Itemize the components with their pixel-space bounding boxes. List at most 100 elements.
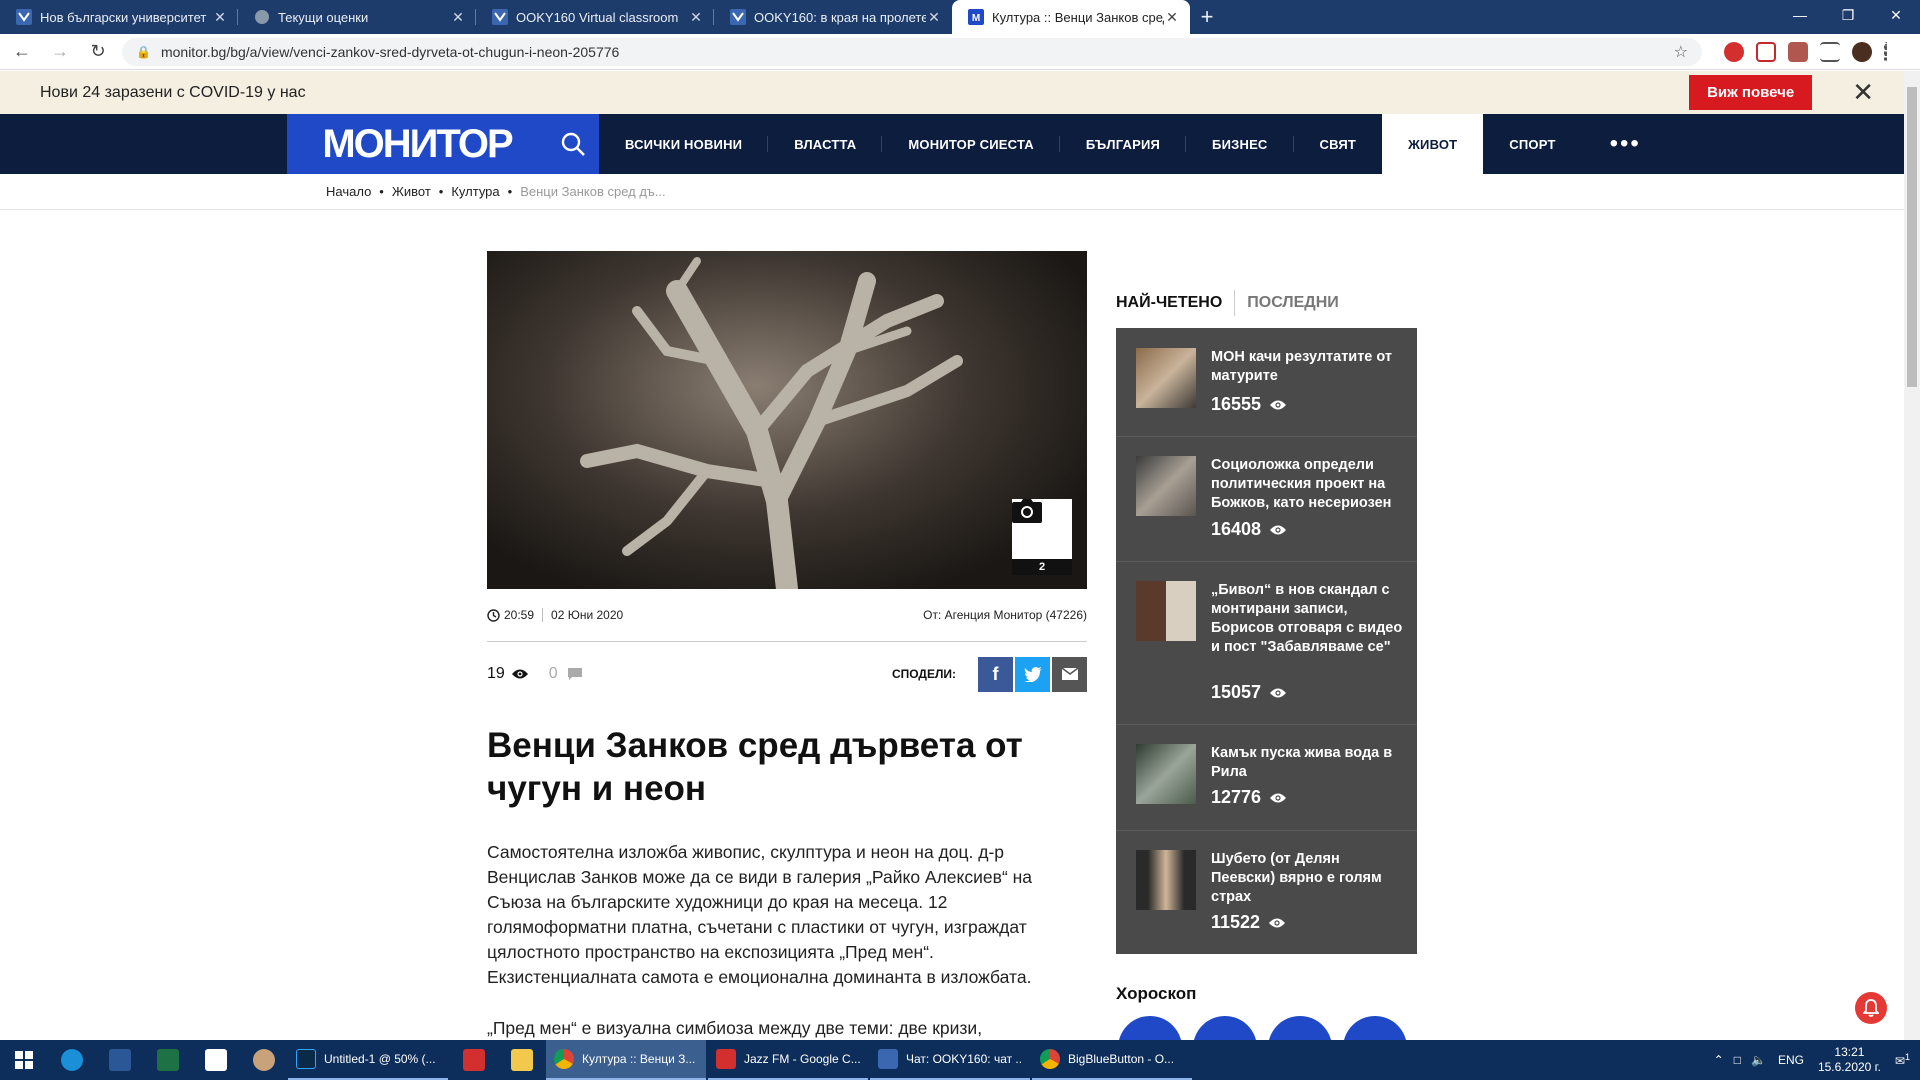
tab-latest[interactable]: ПОСЛЕДНИ — [1247, 294, 1338, 312]
facebook-share-button[interactable]: f — [978, 656, 1013, 692]
article-hero-image[interactable]: 2 — [487, 251, 1087, 589]
network-icon[interactable]: □ — [1734, 1053, 1741, 1067]
item-views: 16555 — [1211, 394, 1287, 415]
taskbar-app-photoshop[interactable]: Untitled-1 @ 50% (... — [288, 1040, 448, 1080]
excel-taskbar-icon[interactable] — [144, 1040, 192, 1080]
see-more-button[interactable]: Виж повече — [1689, 75, 1813, 110]
more-dots-icon[interactable]: ••• — [1582, 114, 1669, 174]
comments-counter[interactable]: 0 — [549, 665, 582, 683]
close-tab-icon[interactable]: ✕ — [450, 9, 466, 26]
browser-tab[interactable]: Текущи оценки ✕ — [238, 0, 476, 34]
list-item[interactable]: Социоложка определи политическия проект … — [1116, 436, 1417, 561]
breadcrumb-home[interactable]: Начало — [326, 184, 371, 199]
list-item[interactable]: Камък пуска жива вода в Рила 12776 — [1116, 724, 1417, 830]
browser-tab[interactable]: OOKY160: в края на пролетен с ✕ — [714, 0, 952, 34]
extension-icon[interactable] — [1756, 41, 1776, 62]
taskbar-app-chrome[interactable]: Култура :: Венци З... — [546, 1040, 706, 1080]
share-label: СПОДЕЛИ: — [891, 667, 956, 681]
nbu-favicon-icon — [492, 9, 508, 25]
lock-icon[interactable]: 🔒 — [136, 45, 151, 59]
close-icon[interactable]: ✕ — [1852, 77, 1874, 108]
eye-icon — [1270, 793, 1287, 802]
language-indicator[interactable]: ENG — [1778, 1053, 1804, 1067]
scrollbar-thumb[interactable] — [1907, 87, 1917, 387]
item-title[interactable]: Шубето (от Делян Пеевски) вярно е голям … — [1211, 850, 1403, 907]
extension-icon[interactable] — [1724, 41, 1744, 62]
url-text[interactable]: monitor.bg/bg/a/view/venci-zankov-sred-d… — [161, 44, 1674, 60]
item-title[interactable]: „Бивол“ в нов скандал с монтирани записи… — [1211, 581, 1403, 657]
bookmark-star-icon[interactable]: ☆ — [1674, 42, 1688, 62]
clock[interactable]: 13:21 15.6.2020 г. — [1818, 1045, 1881, 1075]
edge-taskbar-icon[interactable] — [48, 1040, 96, 1080]
nav-vlastta[interactable]: ВЛАСТТА — [768, 114, 883, 174]
tab-most-read[interactable]: НАЙ-ЧЕТЕНО — [1116, 294, 1222, 312]
acrobat-taskbar-icon[interactable] — [450, 1040, 498, 1080]
item-title[interactable]: МОН качи резултатите от матурите — [1211, 348, 1403, 386]
list-item[interactable]: МОН качи резултатите от матурите 16555 — [1116, 328, 1417, 436]
explorer-taskbar-icon[interactable] — [498, 1040, 546, 1080]
back-arrow-icon[interactable]: ← — [6, 36, 38, 68]
restore-icon[interactable]: ❐ — [1824, 0, 1872, 30]
chevron-up-icon[interactable]: ⌃ — [1714, 1053, 1724, 1067]
forward-arrow-icon[interactable]: → — [44, 36, 76, 68]
action-center-icon[interactable]: ✉1 — [1895, 1052, 1910, 1068]
word-taskbar-icon[interactable] — [96, 1040, 144, 1080]
thumbnail[interactable] — [1136, 348, 1196, 408]
avatar[interactable] — [1852, 41, 1872, 62]
kebab-menu-icon[interactable] — [1884, 41, 1888, 62]
nav-monitor-siesta[interactable]: МОНИТОР СИЕСТА — [882, 114, 1061, 174]
close-window-icon[interactable]: ✕ — [1872, 0, 1920, 30]
search-icon — [561, 132, 585, 156]
item-title[interactable]: Камък пуска жива вода в Рила — [1211, 744, 1403, 782]
site-logo[interactable]: МОНИТОР — [287, 114, 547, 174]
alert-message[interactable]: Нови 24 заразени с COVID-19 у нас — [40, 84, 1689, 102]
file-taskbar-icon[interactable] — [192, 1040, 240, 1080]
breadcrumb-culture[interactable]: Култура — [451, 184, 499, 199]
nav-all-news[interactable]: ВСИЧКИ НОВИНИ — [599, 114, 769, 174]
search-button[interactable] — [547, 114, 599, 174]
camera-icon — [1012, 499, 1042, 523]
browser-tab[interactable]: OOKY160 Virtual classroom ✕ — [476, 0, 714, 34]
breadcrumb-life[interactable]: Живот — [392, 184, 431, 199]
nav-sport[interactable]: СПОРТ — [1483, 114, 1581, 174]
menu-list-icon[interactable] — [1820, 41, 1840, 62]
taskbar-app-chat[interactable]: Чат: OOKY160: чат ... — [870, 1040, 1030, 1080]
photo-count: 2 — [1012, 559, 1072, 575]
browser-tab[interactable]: Нов български университет ✕ — [0, 0, 238, 34]
volume-icon[interactable]: 🔈 — [1751, 1053, 1766, 1067]
twitter-share-button[interactable] — [1015, 656, 1050, 692]
minimize-icon[interactable]: — — [1776, 0, 1824, 30]
reload-icon[interactable]: ↻ — [82, 36, 114, 68]
nav-life[interactable]: ЖИВОТ — [1382, 114, 1484, 174]
page-scrollbar[interactable] — [1904, 71, 1920, 1040]
browser-tab-active[interactable]: M Култура :: Венци Занков сред дъ ✕ — [952, 0, 1190, 34]
close-tab-icon[interactable]: ✕ — [926, 9, 942, 26]
eye-icon — [1270, 400, 1287, 409]
taskbar-app-jazzfm[interactable]: Jazz FM - Google C... — [708, 1040, 868, 1080]
new-tab-button[interactable]: + — [1190, 0, 1224, 34]
thumbnail[interactable] — [1136, 744, 1196, 804]
comment-icon — [567, 668, 582, 680]
nav-business[interactable]: БИЗНЕС — [1186, 114, 1295, 174]
article-paragraph: Самостоятелна изложба живопис, скулптура… — [487, 842, 1033, 987]
app-taskbar-icon[interactable] — [240, 1040, 288, 1080]
list-item[interactable]: „Бивол“ в нов скандал с монтирани записи… — [1116, 561, 1417, 724]
notification-bell-button[interactable] — [1855, 992, 1887, 1024]
thumbnail[interactable] — [1136, 581, 1196, 641]
windows-start-button[interactable] — [0, 1040, 48, 1080]
email-share-button[interactable] — [1052, 656, 1087, 692]
address-bar[interactable]: 🔒 monitor.bg/bg/a/view/venci-zankov-sred… — [122, 37, 1702, 66]
close-tab-icon[interactable]: ✕ — [688, 9, 704, 26]
list-item[interactable]: Шубето (от Делян Пеевски) вярно е голям … — [1116, 830, 1417, 954]
taskbar-app-bigbluebutton[interactable]: BigBlueButton - O... — [1032, 1040, 1192, 1080]
thumbnail[interactable] — [1136, 456, 1196, 516]
thumbnail[interactable] — [1136, 850, 1196, 910]
close-tab-icon[interactable]: ✕ — [1164, 9, 1180, 26]
nav-bulgaria[interactable]: БЪЛГАРИЯ — [1060, 114, 1187, 174]
system-tray: ⌃ □ 🔈 ENG 13:21 15.6.2020 г. ✉1 — [1714, 1045, 1920, 1075]
gallery-button[interactable]: 2 — [1012, 499, 1072, 575]
item-title[interactable]: Социоложка определи политическия проект … — [1211, 456, 1403, 513]
pdf-extension-icon[interactable] — [1788, 41, 1808, 62]
close-tab-icon[interactable]: ✕ — [212, 9, 228, 26]
nav-world[interactable]: СВЯТ — [1294, 114, 1383, 174]
